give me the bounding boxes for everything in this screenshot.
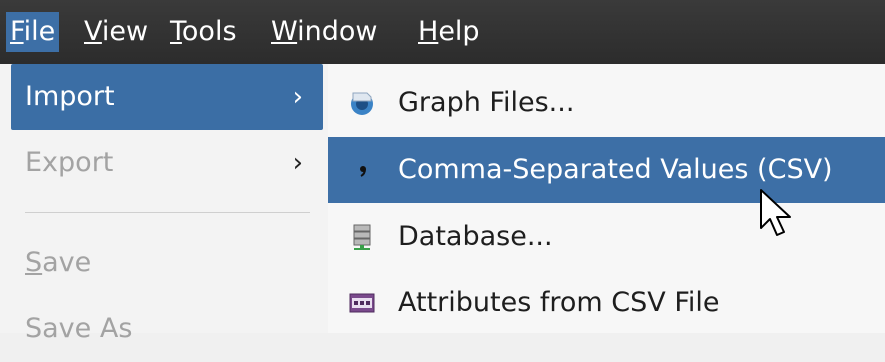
menu-item-label: Export [25, 147, 114, 178]
mnemonic-letter: S [25, 247, 43, 278]
import-attributes-csv[interactable]: Attributes from CSV File [328, 270, 885, 336]
menu-bar: File View Tools Window Help [0, 0, 885, 64]
csv-file-icon [349, 293, 375, 313]
menu-label: iew [101, 16, 149, 47]
menu-item-label: Database... [398, 221, 553, 252]
menu-label: ile [23, 16, 56, 47]
menu-item-label: Graph Files... [398, 87, 575, 118]
file-menu: Import › Export › Save Save As [0, 64, 329, 344]
menu-item-label: Import [25, 81, 115, 112]
chevron-right-icon: › [292, 82, 303, 112]
file-menu-save[interactable]: Save [11, 230, 323, 296]
menu-separator [25, 212, 310, 213]
mnemonic-letter: V [84, 16, 102, 47]
import-csv[interactable]: Comma-Separated Values (CSV) [328, 137, 885, 203]
chevron-right-icon: › [292, 148, 303, 178]
file-menu-import[interactable]: Import › [11, 64, 323, 130]
import-database[interactable]: Database... [328, 204, 885, 270]
menu-item-label: Attributes from CSV File [398, 287, 720, 318]
menu-item-label-rest: ave [42, 247, 92, 278]
menu-file[interactable]: File [6, 12, 60, 52]
menu-label: ools [181, 16, 237, 47]
comma-icon [360, 166, 366, 177]
mnemonic-letter: H [418, 16, 439, 47]
menu-label: elp [438, 16, 480, 47]
mouse-pointer-icon [760, 189, 791, 236]
menu-item-label: Save [25, 230, 91, 296]
import-submenu: Graph Files... Comma-Separated Values (C… [328, 64, 885, 333]
file-menu-save-as[interactable]: Save As [11, 296, 323, 362]
menu-window[interactable]: Window [267, 12, 381, 52]
file-menu-export[interactable]: Export › [11, 130, 323, 196]
menu-tools[interactable]: Tools [166, 12, 241, 52]
menu-label: indow [297, 16, 378, 47]
graph-files-icon [351, 92, 373, 115]
menu-view[interactable]: View [80, 12, 152, 52]
menu-help[interactable]: Help [414, 12, 484, 52]
mnemonic-letter: T [170, 16, 182, 47]
menu-item-label: Save As [25, 313, 133, 344]
mnemonic-letter: W [271, 16, 298, 47]
database-icon [353, 224, 371, 250]
mnemonic-letter: F [10, 16, 24, 47]
import-graph-files[interactable]: Graph Files... [328, 70, 885, 136]
